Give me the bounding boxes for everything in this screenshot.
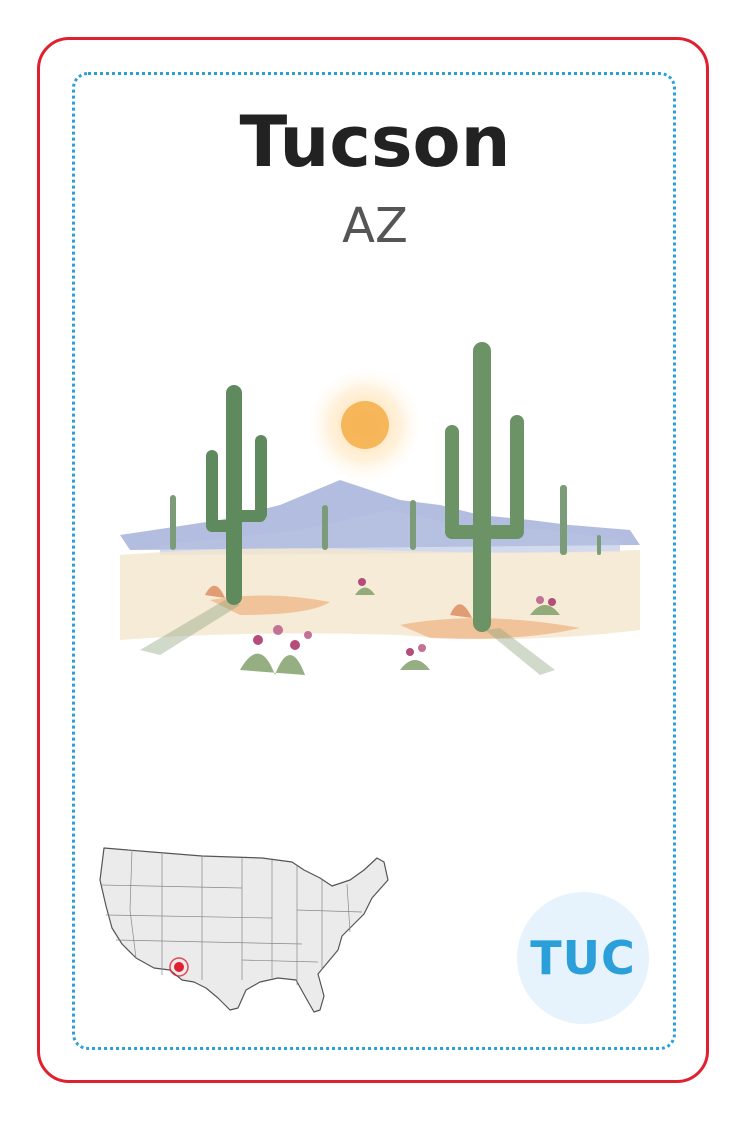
state-abbreviation: AZ — [342, 198, 408, 254]
us-map-icon — [99, 847, 389, 1013]
location-marker-icon — [174, 962, 184, 972]
us-outline — [99, 847, 389, 1013]
sun-icon — [341, 401, 389, 449]
airport-code-badge: TUC — [517, 892, 649, 1024]
airport-code: TUC — [530, 931, 636, 985]
saguaro-desert-illustration — [120, 342, 640, 675]
city-name: Tucson — [239, 101, 511, 183]
